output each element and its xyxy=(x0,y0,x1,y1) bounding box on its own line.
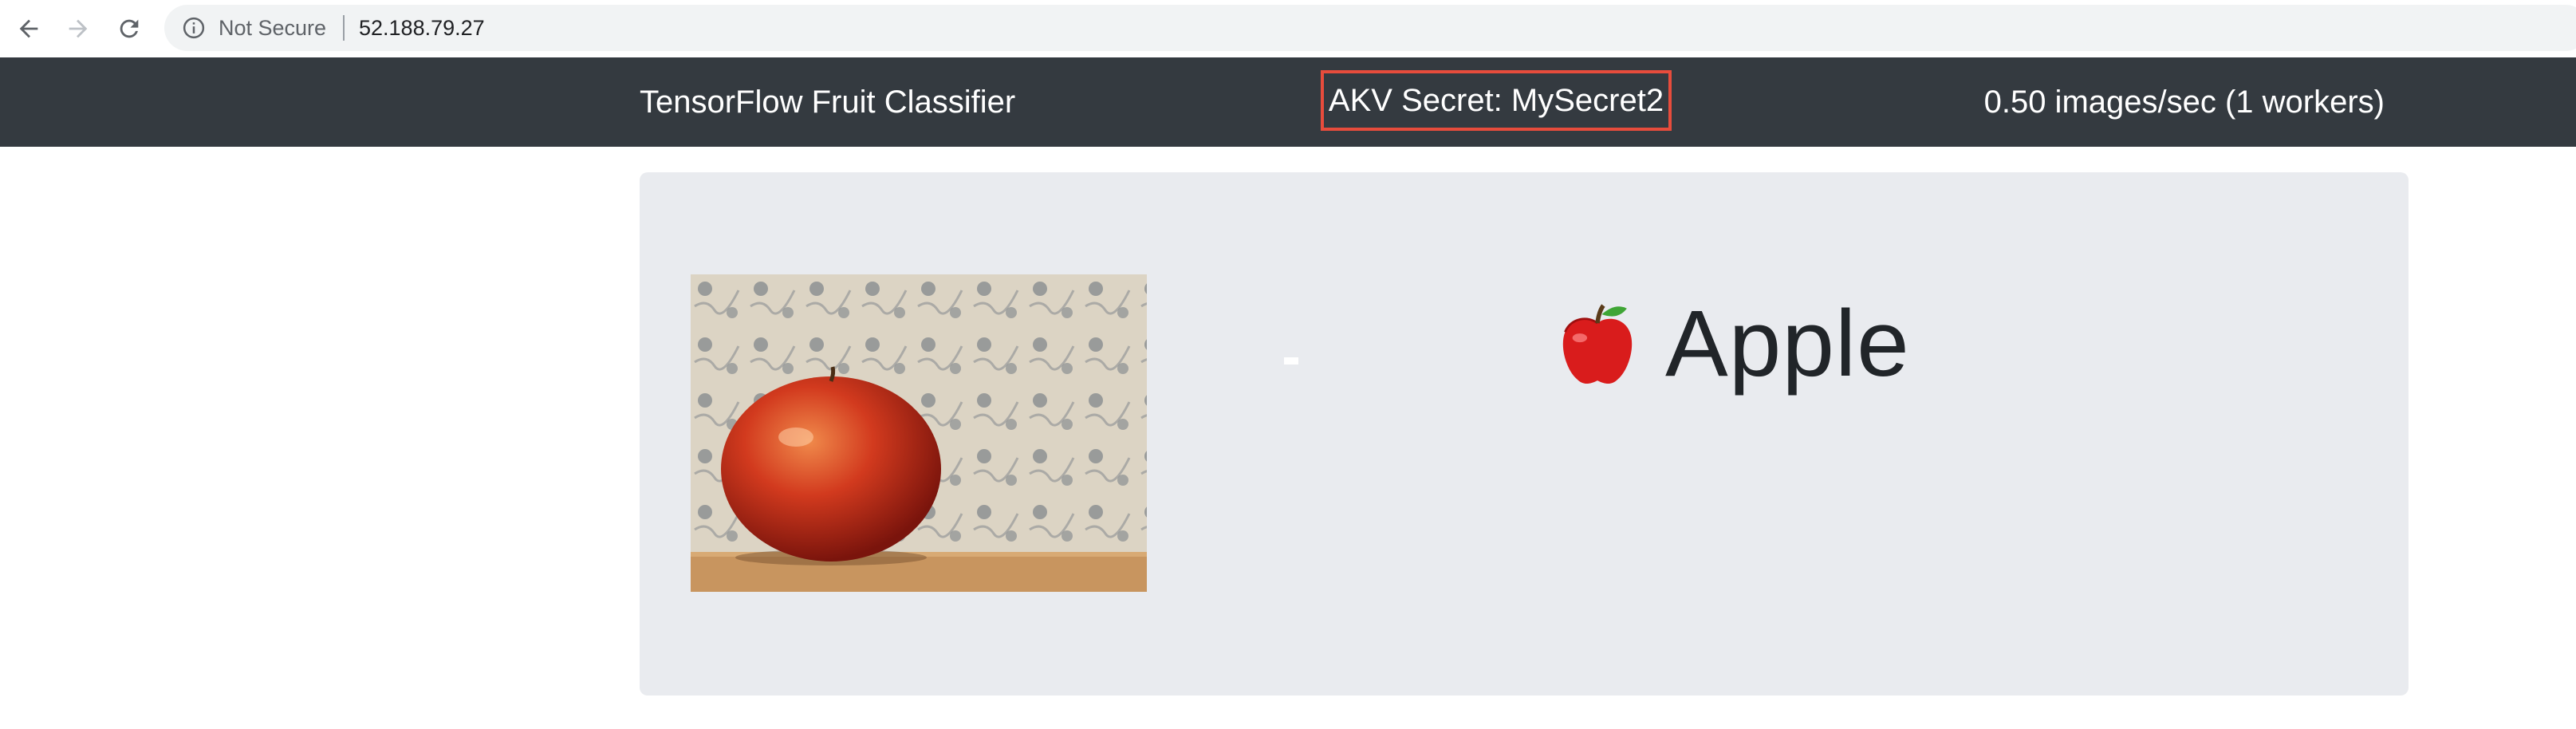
apple-photo xyxy=(691,274,1147,592)
throughput-rate: 0.50 images/sec (1 workers) xyxy=(1983,85,2385,120)
app-navbar: TensorFlow Fruit Classifier AKV Secret: … xyxy=(0,57,2576,147)
secret-highlight-box: AKV Secret: MySecret2 xyxy=(1321,70,1672,131)
result-separator xyxy=(1284,357,1298,364)
info-icon[interactable] xyxy=(182,16,206,40)
reload-icon xyxy=(120,19,139,38)
back-button[interactable] xyxy=(11,11,46,46)
security-label[interactable]: Not Secure xyxy=(219,14,326,41)
address-bar[interactable]: Not Secure 52.188.79.27 xyxy=(164,5,2576,51)
forward-button[interactable] xyxy=(61,11,96,46)
prediction-result: Apple xyxy=(1550,292,1910,396)
secret-text: AKV Secret: MySecret2 xyxy=(1328,83,1664,118)
forward-arrow-icon xyxy=(69,19,88,38)
prediction-label: Apple xyxy=(1665,291,1910,396)
app-title[interactable]: TensorFlow Fruit Classifier xyxy=(640,83,1015,121)
url-text[interactable]: 52.188.79.27 xyxy=(359,14,485,41)
back-arrow-icon xyxy=(19,19,38,38)
classification-card: Apple xyxy=(640,172,2409,696)
reload-button[interactable] xyxy=(112,11,147,46)
apple-icon xyxy=(1562,304,1633,384)
omnibox-divider xyxy=(343,15,345,41)
browser-toolbar: Not Secure 52.188.79.27 xyxy=(0,0,2576,57)
